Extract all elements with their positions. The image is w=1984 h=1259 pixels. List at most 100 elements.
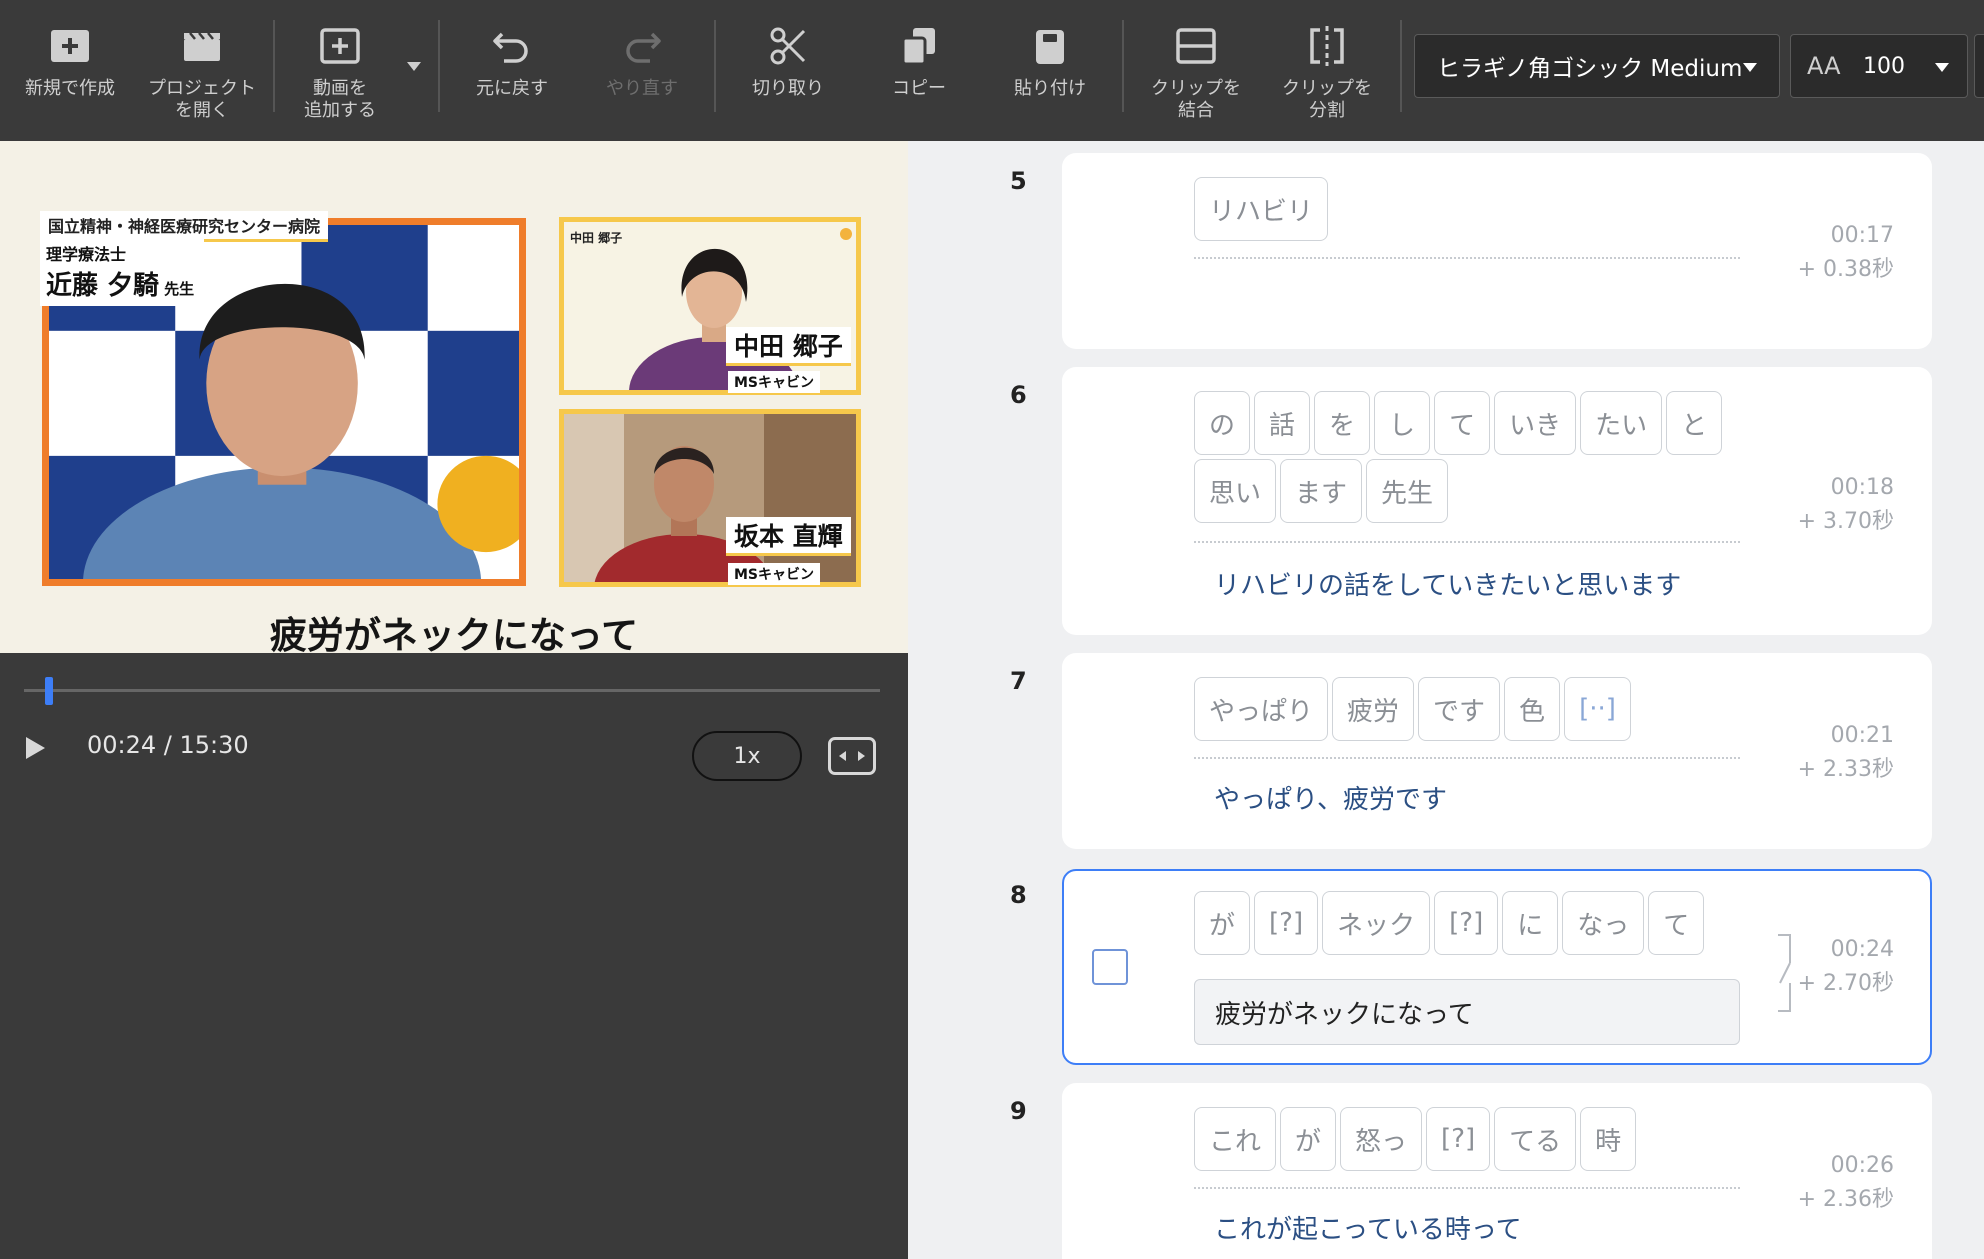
video-caption: 疲労がネックになって [269,614,639,653]
guest-org-label: MSキャビン [728,563,821,585]
token-chip[interactable]: 疲労 [1332,677,1415,741]
split-clips-button[interactable]: クリップを 分割 [1277,22,1377,132]
token-list: が [?] ネック [?] に なっ て [1194,891,1754,955]
token-chip[interactable]: [?] [1434,891,1499,955]
token-chip[interactable]: [?] [1426,1107,1491,1171]
token-chip[interactable]: ます [1280,459,1363,523]
split-icon [1303,22,1351,70]
token-chip[interactable]: 時 [1580,1107,1637,1171]
redo-button[interactable]: やり直す [592,22,692,132]
token-chip[interactable]: 思い [1194,459,1277,523]
toolbar-divider [714,20,716,112]
token-chip[interactable]: やっぱり [1194,677,1329,741]
token-chip[interactable]: が [1194,891,1251,955]
undo-button[interactable]: 元に戻す [462,22,562,132]
undo-icon [488,22,536,70]
guest-video-image [564,414,856,582]
clip-card[interactable]: の 話 を し て いき たい と 思い ます 先生 00:18 + 3.70秒… [1062,367,1932,635]
token-chip[interactable]: と [1666,391,1723,455]
clip-text[interactable]: やっぱり、疲労です [1214,779,1447,816]
merge-clips-button[interactable]: クリップを 結合 [1146,22,1246,132]
fit-width-icon[interactable] [828,737,876,775]
clip-time: 00:24 + 2.70秒 [1797,937,1894,996]
token-chip[interactable]: たい [1580,391,1663,455]
font-family-select[interactable]: ヒラギノ角ゴシック Medium [1414,34,1780,98]
row-number: 9 [1010,1097,1027,1125]
timeline-scrubber[interactable] [24,689,880,692]
copy-button[interactable]: コピー [869,22,969,132]
guest-org-label: MSキャビン [728,371,821,393]
token-chip[interactable]: に [1502,891,1559,955]
scissors-icon [764,22,812,70]
clip-checkbox[interactable] [1092,949,1128,985]
token-chip[interactable]: を [1314,391,1371,455]
token-list: これ が 怒っ [?] てる 時 [1194,1107,1754,1171]
preview-panel: 中田 郷子 中田 郷子 MSキャビン 坂本 直輝 MSキャビン 国立精神・神経医… [0,141,908,1259]
cut-button[interactable]: 切り取り [738,22,838,132]
video-frame[interactable]: 中田 郷子 中田 郷子 MSキャビン 坂本 直輝 MSキャビン 国立精神・神経医… [0,141,908,653]
chevron-down-icon [1935,63,1949,72]
playback-speed-button[interactable]: 1x [692,731,802,781]
divider [1194,541,1740,543]
font-size-select[interactable]: AA 100 [1790,34,1968,98]
divider [1194,757,1740,759]
token-list: リハビリ [1194,177,1754,241]
toolbar-divider [273,20,275,112]
chevron-down-icon [1743,63,1757,72]
token-chip[interactable]: [?] [1254,891,1319,955]
clip-text[interactable]: リハビリの話をしていきたいと思います [1214,565,1681,602]
clapperboard-icon [178,22,226,70]
clip-time: 00:21 + 2.33秒 [1797,723,1894,782]
add-box-icon [316,22,364,70]
token-chip[interactable]: し [1374,391,1431,455]
token-chip[interactable]: リハビリ [1194,177,1329,241]
token-chip[interactable]: 怒っ [1340,1107,1423,1171]
token-chip[interactable]: が [1280,1107,1337,1171]
play-icon[interactable] [26,737,45,759]
token-chip[interactable]: ネック [1322,891,1431,955]
hospital-label: 国立精神・神経医療研究センター病院 [40,211,329,242]
token-chip[interactable]: て [1648,891,1705,955]
token-chip[interactable]: 色 [1504,677,1561,741]
guest-name-label: 中田 郷子 [726,327,851,366]
add-video-button[interactable]: 動画を 追加する [290,22,390,132]
toolbar: 新規で作成 プロジェクト を開く 動画を 追加する 元に戻す やり直す 切り取り… [0,0,1984,141]
token-chip[interactable]: て [1434,391,1491,455]
token-list: の 話 を し て いき たい と 思い ます 先生 [1194,391,1754,523]
clip-card-selected[interactable]: が [?] ネック [?] に なっ て 疲労がネックになって 00:24 + … [1062,869,1932,1065]
playback-time: 00:24 / 15:30 [87,731,249,759]
token-list: やっぱり 疲労 です 色 [··] [1194,677,1754,741]
merge-icon [1172,22,1220,70]
clip-card[interactable]: リハビリ 00:17 + 0.38秒 [1062,153,1932,349]
clip-text[interactable]: これが起こっている時って [1214,1209,1522,1246]
clip-time: 00:18 + 3.70秒 [1797,475,1894,534]
token-chip[interactable]: です [1418,677,1501,741]
token-chip[interactable]: てる [1494,1107,1577,1171]
open-project-button[interactable]: プロジェクト を開く [140,22,264,132]
token-chip[interactable]: 先生 [1366,459,1449,523]
playhead-handle[interactable] [45,677,53,705]
guest-overlay-name: 中田 郷子 [570,230,622,245]
token-chip[interactable]: いき [1494,391,1577,455]
row-number: 8 [1010,881,1027,909]
token-chip[interactable]: 話 [1254,391,1311,455]
row-number: 5 [1010,167,1027,195]
time-adjust-bracket-icon[interactable] [1774,933,1800,1013]
clip-card[interactable]: やっぱり 疲労 です 色 [··] 00:21 + 2.33秒 やっぱり、疲労で… [1062,653,1932,849]
add-video-dropdown-icon[interactable] [407,62,421,71]
clip-text-input[interactable]: 疲労がネックになって [1194,979,1740,1045]
guest-video-bottom [559,409,861,587]
clip-time: 00:26 + 2.36秒 [1797,1153,1894,1212]
paste-button[interactable]: 貼り付け [1000,22,1100,132]
new-project-button[interactable]: 新規で作成 [20,22,120,132]
toolbar-overflow-control[interactable] [1974,34,1984,98]
token-chip[interactable]: の [1194,391,1251,455]
token-chip[interactable]: なっ [1562,891,1645,955]
speaker-name-label: 理学療法士 近藤 夕騎 先生 [40,239,205,306]
token-chip[interactable]: [··] [1564,677,1631,741]
guest-name-label: 坂本 直輝 [726,517,851,556]
new-file-icon [46,22,94,70]
clipboard-icon [1026,22,1074,70]
clip-card[interactable]: これ が 怒っ [?] てる 時 00:26 + 2.36秒 これが起こっている… [1062,1083,1932,1259]
token-chip[interactable]: これ [1194,1107,1277,1171]
